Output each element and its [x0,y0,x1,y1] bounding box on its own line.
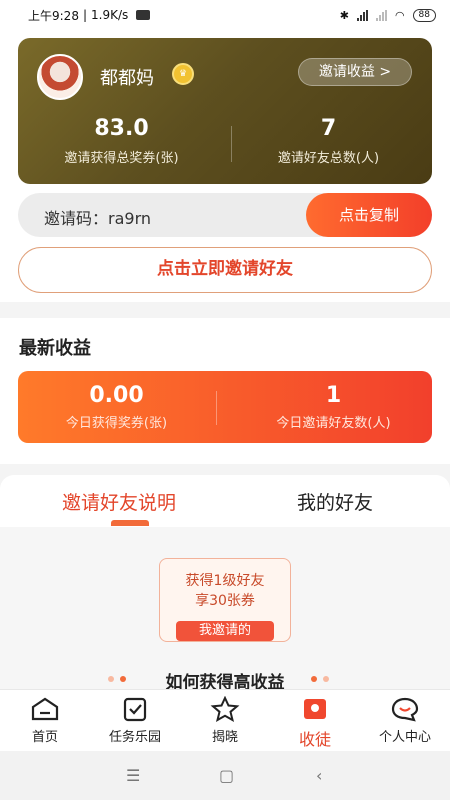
invite-code-bar: 邀请码：ra9rn 点击复制 [18,193,432,237]
ticket-icon [300,696,330,722]
invite-friends-button[interactable]: 点击立即邀请好友 [18,247,432,293]
tab-indicator [111,520,149,526]
nav-home[interactable]: 首页 [0,696,90,745]
profile-card: 都都妈 ♛ 邀请收益 > 83.0 邀请获得总奖券(张) 7 邀请好友总数(人) [18,38,432,184]
chat-profile-icon [390,696,420,722]
nav-reveal-label: 揭晓 [211,730,238,745]
nav-profile-center-label: 个人中心 [378,730,431,745]
today-tickets-value: 0.00 [89,383,144,408]
latest-earnings-section: 最新收益 0.00 今日获得奖券(张) 1 今日邀请好友数(人) [0,318,450,464]
status-time: 上午9:28 [28,8,79,23]
status-speed: 1.9K/s [91,8,129,22]
total-tickets-label: 邀请获得总奖券(张) [64,151,179,166]
system-nav-bar: ☰ ▢ ‹ [0,751,450,800]
tab-bar: 邀请好友说明 我的好友 [0,475,450,527]
total-friends-stat: 7 邀请好友总数(人) [225,116,432,166]
divider [216,391,217,425]
signal-icon [356,9,368,21]
promo-tag: 我邀请的 [176,621,274,641]
today-friends-label: 今日邀请好友数(人) [276,416,391,431]
signal-weak-icon [375,9,387,21]
today-friends-value: 1 [325,383,342,408]
home-square-icon[interactable]: ▢ [219,766,234,785]
nav-reveal[interactable]: 揭晓 [180,696,270,745]
total-tickets-stat: 83.0 邀请获得总奖券(张) [18,116,225,166]
star-icon [210,696,240,722]
section-title: 最新收益 [19,338,91,359]
promo-line2: 享30张券 [195,593,255,609]
nav-recruit-label: 收徒 [298,730,331,749]
decor-dots-right [311,676,329,682]
today-earnings-card: 0.00 今日获得奖券(张) 1 今日邀请好友数(人) [18,371,432,443]
copy-code-button[interactable]: 点击复制 [306,193,432,237]
total-friends-value: 7 [320,116,337,141]
vip-crown-icon: ♛ [172,63,194,85]
nav-profile-center[interactable]: 个人中心 [360,696,450,745]
total-friends-label: 邀请好友总数(人) [277,151,380,166]
status-bar: 上午9:28 | 1.9K/s ✱ ◠ 88 [0,0,450,30]
menu-icon[interactable]: ☰ [126,766,140,785]
promo-line1: 获得1级好友 [185,573,265,589]
invite-code: 邀请码：ra9rn [44,209,152,228]
wifi-icon: ◠ [394,8,405,22]
message-icon [136,10,151,20]
bluetooth-icon: ✱ [339,8,349,22]
nav-task-park[interactable]: 任务乐园 [90,696,180,745]
tab-my-friends[interactable]: 我的好友 [297,488,373,515]
avatar[interactable] [37,54,83,100]
task-clipboard-icon [120,696,150,722]
battery-icon: 88 [412,8,436,22]
bottom-nav: 首页 任务乐园 揭晓 收徒 个人中心 [0,689,450,751]
username: 都都妈 [100,68,154,89]
nav-home-label: 首页 [31,730,58,745]
tab-invite-explanation[interactable]: 邀请好友说明 [62,488,176,515]
nav-task-park-label: 任务乐园 [108,730,161,745]
invite-earnings-button[interactable]: 邀请收益 > [298,58,412,86]
total-tickets-value: 83.0 [94,116,149,141]
today-tickets-stat: 0.00 今日获得奖券(张) [18,383,215,431]
back-icon[interactable]: ‹ [316,766,322,785]
today-tickets-label: 今日获得奖券(张) [65,416,168,431]
nav-recruit[interactable]: 收徒 [270,696,360,750]
today-friends-stat: 1 今日邀请好友数(人) [235,383,432,431]
home-icon [30,696,60,722]
